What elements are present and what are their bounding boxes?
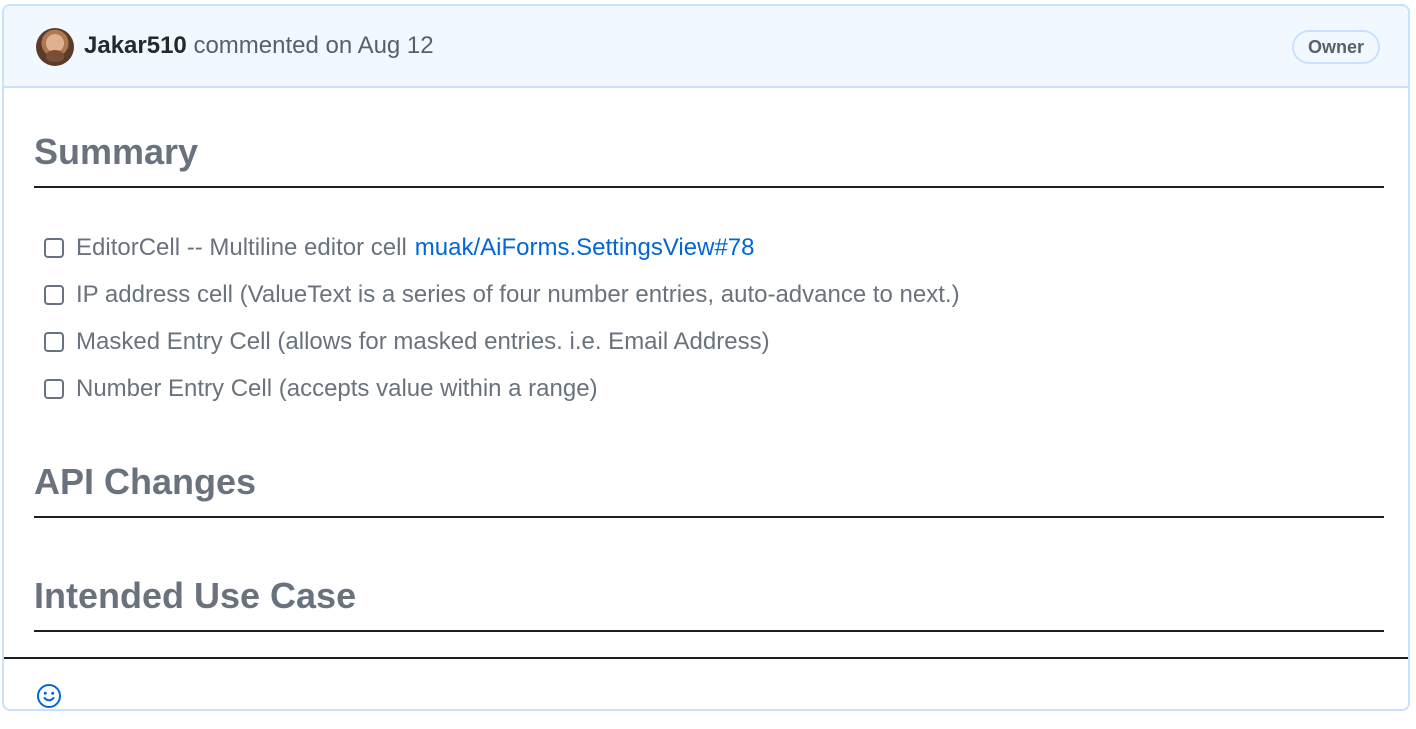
task-item: IP address cell (ValueText is a series o…	[44, 271, 960, 318]
comment-header: Jakar510 commented on Aug 12 Owner	[4, 6, 1408, 88]
task-checkbox[interactable]	[44, 237, 64, 258]
task-link[interactable]: muak/AiForms.SettingsView#78	[415, 234, 755, 262]
task-list: EditorCell -- Multiline editor cell muak…	[44, 224, 960, 412]
task-item: Number Entry Cell (accepts value within …	[44, 365, 960, 412]
add-reaction-button[interactable]	[34, 681, 64, 709]
task-checkbox[interactable]	[44, 331, 64, 352]
task-checkbox[interactable]	[44, 284, 64, 305]
comment-date[interactable]: Aug 12	[358, 32, 434, 59]
comment-action-text: commented on	[193, 32, 353, 59]
task-item: Masked Entry Cell (allows for masked ent…	[44, 318, 960, 365]
task-item: EditorCell -- Multiline editor cell muak…	[44, 224, 960, 271]
comment-card: Jakar510 commented on Aug 12 Owner Summa…	[2, 4, 1410, 711]
heading-intended-use-case: Intended Use Case	[34, 572, 1384, 632]
task-checkbox[interactable]	[44, 378, 64, 399]
heading-summary: Summary	[34, 128, 1384, 188]
avatar[interactable]	[36, 28, 74, 66]
task-text: Number Entry Cell (accepts value within …	[76, 374, 598, 402]
smiley-icon	[37, 684, 61, 708]
comment-footer	[4, 657, 1408, 709]
task-text: Masked Entry Cell (allows for masked ent…	[76, 327, 770, 355]
comment-meta: Jakar510 commented on Aug 12	[84, 30, 434, 62]
owner-badge: Owner	[1291, 30, 1380, 64]
heading-api-changes: API Changes	[34, 458, 1384, 518]
task-text: EditorCell -- Multiline editor cell	[76, 233, 407, 261]
task-text: IP address cell (ValueText is a series o…	[76, 280, 960, 308]
author-link[interactable]: Jakar510	[84, 32, 187, 59]
